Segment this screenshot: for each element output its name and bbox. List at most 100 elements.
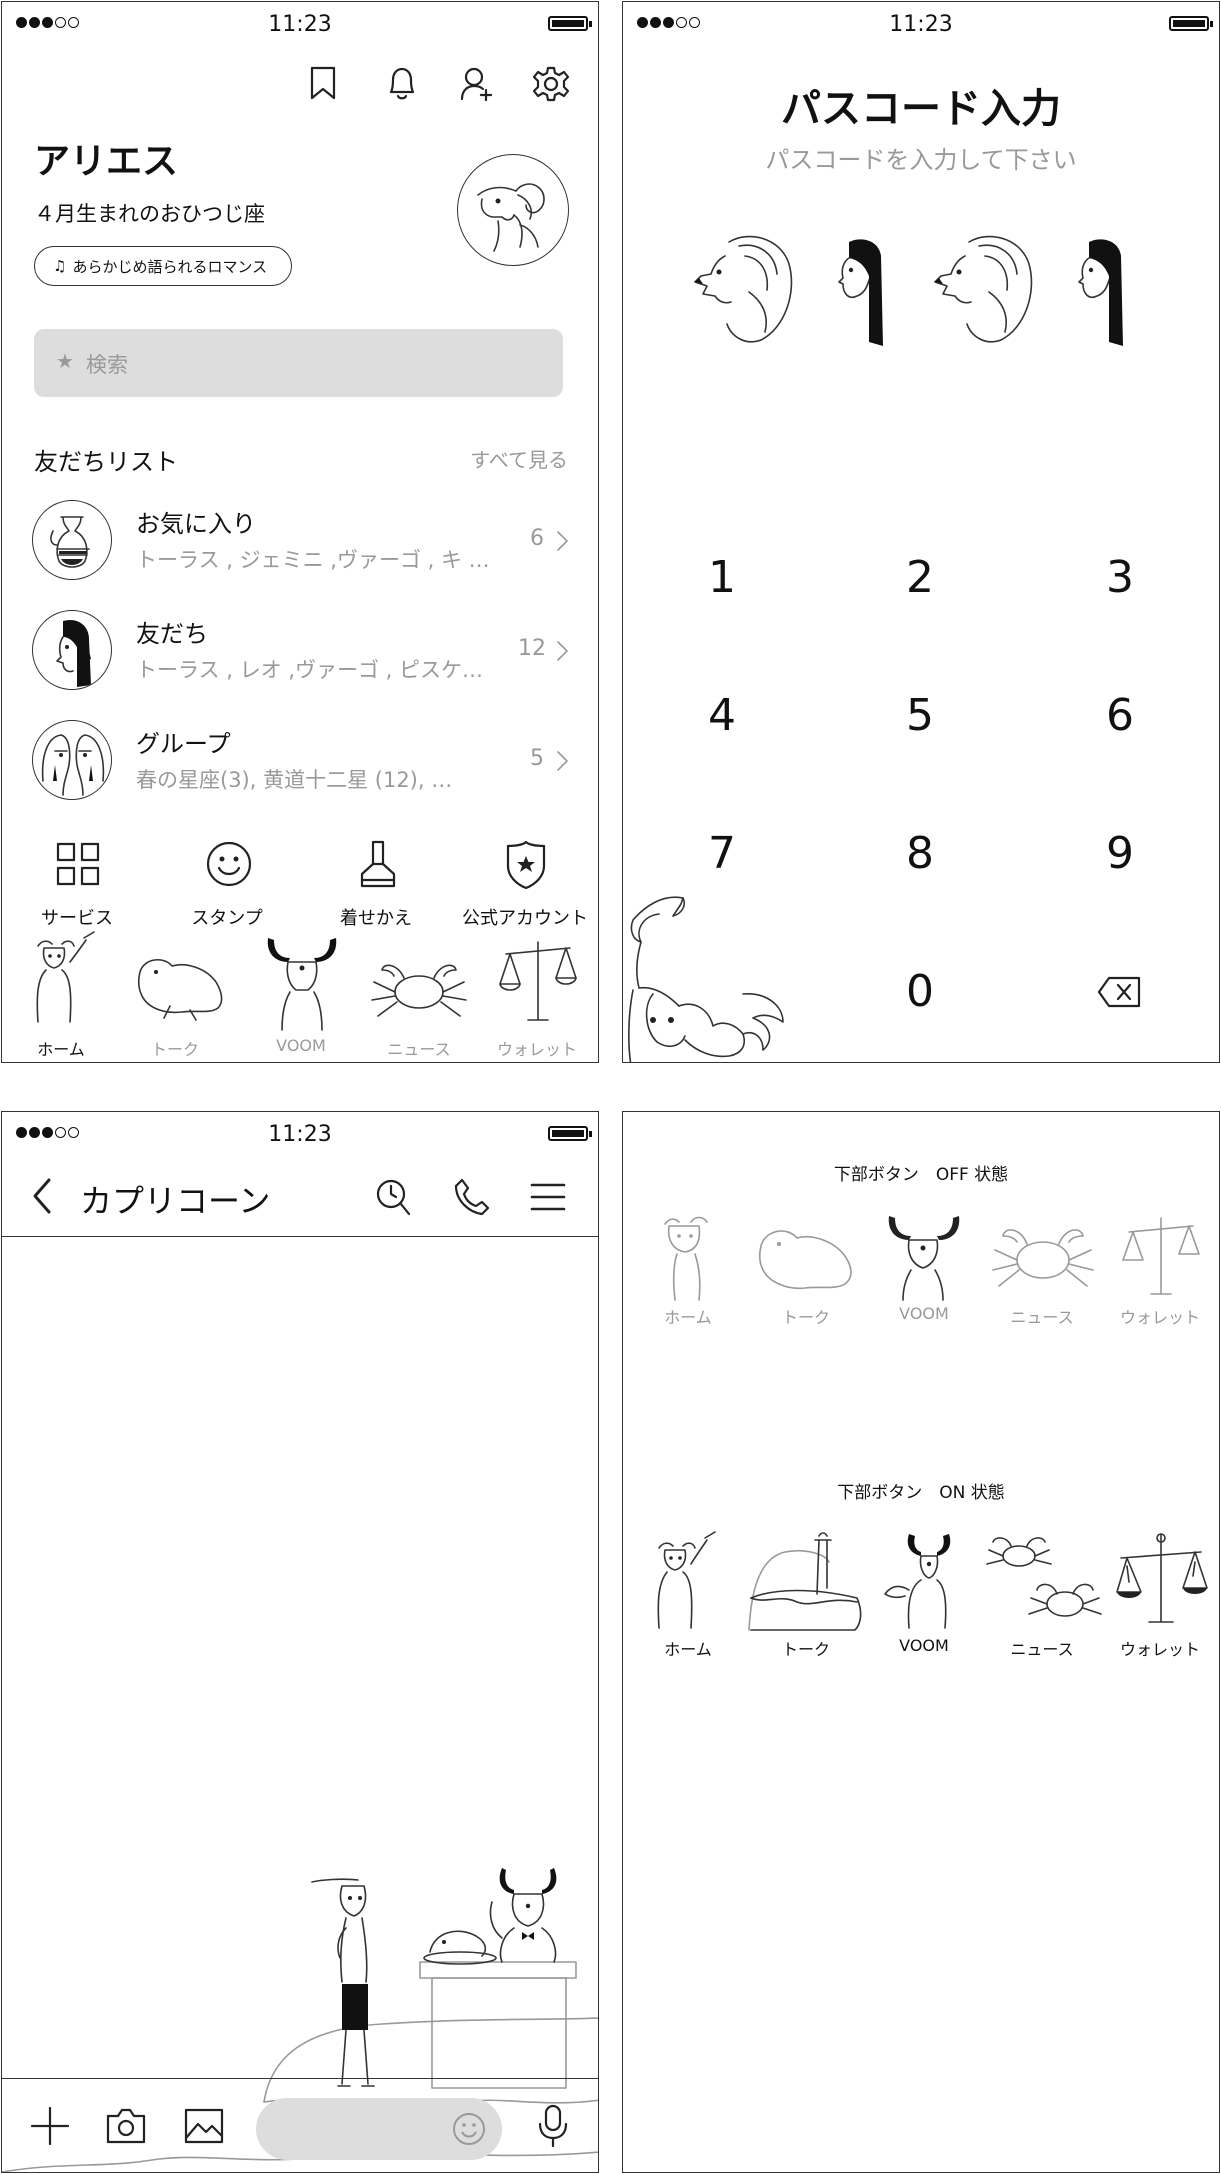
- passcode-subtitle: パスコードを入力して下さい: [765, 146, 1077, 174]
- tab-news-on: ニュース: [983, 1532, 1102, 1662]
- backspace-icon[interactable]: [1097, 976, 1141, 1008]
- tab-label: ニュース: [1010, 1640, 1074, 1659]
- key-2[interactable]: 2: [875, 552, 965, 603]
- shortcut-label: サービス: [41, 908, 113, 929]
- gear-icon[interactable]: [532, 66, 570, 102]
- music-label: あらかじめ語られるロマンス: [72, 257, 268, 276]
- key-1[interactable]: 1: [677, 552, 767, 603]
- chat-title: カプリコーン: [80, 1182, 271, 1220]
- menu-icon[interactable]: [530, 1182, 566, 1212]
- tab-wallet[interactable]: ウォレット: [482, 932, 592, 1062]
- music-pill[interactable]: ♫ あらかじめ語られるロマンス: [34, 246, 293, 286]
- shortcut-stickers[interactable]: スタンプ: [172, 838, 282, 929]
- tab-talk-off: トーク: [747, 1212, 865, 1332]
- chevron-right-icon: [557, 751, 568, 771]
- key-6[interactable]: 6: [1075, 690, 1165, 741]
- passcode-title: パスコード入力: [781, 86, 1061, 132]
- message-input[interactable]: [256, 2098, 502, 2160]
- search-placeholder: 検索: [86, 353, 128, 377]
- search-bar[interactable]: ★ 検索: [34, 329, 563, 397]
- vase-icon: [50, 516, 90, 568]
- scales-icon: [1116, 1533, 1208, 1623]
- add-friend-icon[interactable]: [460, 66, 496, 102]
- microphone-icon[interactable]: [538, 2104, 568, 2148]
- lion-icon: [694, 235, 793, 343]
- image-icon[interactable]: [184, 2108, 224, 2144]
- tab-states-sheet: 下部ボタン OFF 状態 ホーム トーク VOOM ニュース ウォレット 下部ボ…: [622, 1111, 1220, 2173]
- tab-wallet-off: ウォレット: [1101, 1212, 1219, 1332]
- friends-header: 友だちリスト: [34, 448, 178, 476]
- scorpion-illustration: [628, 896, 784, 1062]
- star-icon: ★: [56, 349, 74, 373]
- tab-voom-on: VOOM: [865, 1532, 983, 1662]
- scales-icon: [499, 941, 577, 1021]
- profile-face-icon: [56, 619, 91, 687]
- tab-home[interactable]: ホーム: [6, 931, 116, 1062]
- list-item[interactable]: お気に入り トーラス , ジェミニ ,ヴァーゴ , キ … 6: [2, 492, 598, 592]
- key-5[interactable]: 5: [875, 690, 965, 741]
- composer-divider: [2, 2078, 598, 2079]
- seal-icon: [758, 1230, 852, 1290]
- row-count: 5: [530, 746, 544, 771]
- key-4[interactable]: 4: [677, 690, 767, 741]
- chat-screen: 11:23 カプリコーン: [1, 1111, 599, 2173]
- clock-search-icon[interactable]: [375, 1178, 411, 1216]
- home-screen: 11:23 アリエス ４月生まれのおひつじ座 ♫ あらかじめ語られるロマンス ★…: [1, 1, 599, 1063]
- shortcut-services[interactable]: サービス: [22, 838, 132, 929]
- smiley-icon: [206, 841, 252, 887]
- music-note-icon: ♫: [53, 257, 67, 275]
- battery-icon: [548, 1126, 592, 1141]
- bull-icon: [267, 938, 337, 1031]
- vase-avatar: [32, 500, 112, 580]
- two-crabs-icon: [986, 1537, 1102, 1617]
- battery-icon: [548, 16, 592, 31]
- shortcut-official[interactable]: 公式アカウント: [462, 838, 588, 929]
- see-all-link[interactable]: すべて見る: [470, 444, 568, 473]
- tab-label: ウォレット: [1119, 1308, 1200, 1327]
- face-icon: [838, 239, 883, 346]
- profile-avatar[interactable]: [457, 154, 569, 266]
- tab-news-off: ニュース: [983, 1212, 1101, 1332]
- tab-label: ニュース: [387, 1040, 451, 1059]
- tab-label: VOOM: [899, 1636, 949, 1655]
- profile-subtitle: ４月生まれのおひつじ座: [34, 202, 265, 226]
- tab-label: VOOM: [899, 1304, 949, 1323]
- emoji-icon[interactable]: [452, 2112, 486, 2146]
- bull-icon: [888, 1216, 960, 1301]
- tab-label: ホーム: [664, 1640, 712, 1659]
- row-subtitle: 春の星座(3), 黄道十二星 (12), …: [136, 768, 453, 792]
- camera-icon[interactable]: [106, 2108, 146, 2144]
- key-8[interactable]: 8: [875, 828, 965, 879]
- tab-talk[interactable]: トーク: [120, 932, 230, 1062]
- list-item[interactable]: 友だち トーラス , レオ ,ヴァーゴ , ピスケ… 12: [2, 602, 598, 702]
- shortcut-label: 公式アカウント: [462, 908, 588, 929]
- plus-icon[interactable]: [30, 2106, 70, 2146]
- tab-voom[interactable]: VOOM: [246, 932, 356, 1062]
- key-0[interactable]: 0: [875, 966, 965, 1017]
- tab-label: トーク: [781, 1308, 830, 1327]
- row-count: 6: [530, 526, 544, 551]
- shortcut-label: 着せかえ: [340, 908, 412, 929]
- bull-icon: [884, 1534, 951, 1629]
- profile-name: アリエス: [34, 141, 179, 182]
- key-9[interactable]: 9: [1075, 828, 1165, 879]
- tab-label: ニュース: [1010, 1308, 1074, 1327]
- off-state-label: 下部ボタン OFF 状態: [833, 1165, 1009, 1185]
- tab-wallet-on: ウォレット: [1101, 1532, 1219, 1662]
- key-7[interactable]: 7: [677, 828, 767, 879]
- passcode-screen: 11:23 パスコード入力 パスコードを入力して下さい 1 2 3 4 5 6 …: [622, 1, 1220, 1063]
- tab-news[interactable]: ニュース: [364, 932, 474, 1062]
- list-item[interactable]: グループ 春の星座(3), 黄道十二星 (12), … 5: [2, 712, 598, 812]
- bell-icon[interactable]: [386, 66, 418, 102]
- bookmark-icon[interactable]: [310, 66, 336, 100]
- row-subtitle: トーラス , ジェミニ ,ヴァーゴ , キ …: [136, 548, 490, 572]
- seal-rock-icon: [748, 1532, 862, 1631]
- phone-icon[interactable]: [454, 1178, 490, 1216]
- tab-label: ホーム: [37, 1040, 85, 1059]
- face-icon: [1078, 239, 1123, 346]
- chevron-right-icon: [557, 641, 568, 661]
- shortcut-themes[interactable]: 着せかえ: [321, 838, 431, 929]
- back-chevron-icon[interactable]: [32, 1178, 52, 1214]
- tab-voom-off: VOOM: [865, 1212, 983, 1332]
- key-3[interactable]: 3: [1075, 552, 1165, 603]
